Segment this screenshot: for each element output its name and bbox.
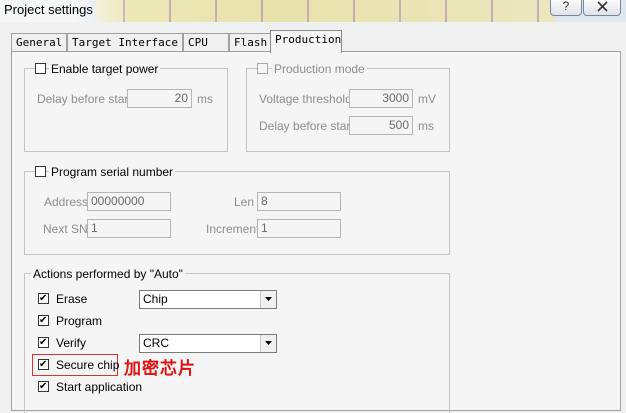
next-sn-field[interactable]: 1 (87, 219, 171, 238)
tab-cpu[interactable]: CPU (183, 33, 229, 51)
voltage-threshold-unit: mV (418, 92, 436, 106)
program-checkbox[interactable]: ✔ (38, 315, 49, 326)
verify-label: Verify (56, 336, 87, 350)
erase-label: Erase (56, 292, 88, 306)
chevron-down-icon (265, 341, 272, 345)
voltage-threshold-label: Voltage threshold (259, 92, 352, 106)
verify-mode-select[interactable]: CRC (139, 334, 277, 353)
target-delay-field[interactable]: 20 (127, 89, 192, 108)
production-delay-unit: ms (418, 119, 434, 133)
production-delay-label: Delay before start (259, 119, 354, 133)
auto-actions-label: Actions performed by "Auto" (31, 267, 185, 281)
close-button[interactable] (583, 0, 621, 16)
erase-mode-select[interactable]: Chip (139, 290, 277, 309)
serial-number-group (24, 171, 450, 255)
next-sn-label: Next SN (43, 222, 88, 236)
tab-production[interactable]: Production (270, 30, 342, 53)
program-label: Program (56, 314, 103, 328)
background-decoration (95, 0, 555, 22)
target-power-group (24, 68, 228, 152)
program-serial-checkbox[interactable] (35, 166, 46, 177)
help-button[interactable]: ? (550, 0, 582, 16)
annotation-text: 加密芯片 (124, 359, 196, 379)
help-icon: ? (562, 0, 570, 13)
voltage-threshold-field[interactable]: 3000 (349, 89, 413, 108)
production-delay-field[interactable]: 500 (349, 116, 413, 135)
address-field[interactable]: 00000000 (87, 192, 171, 211)
enable-target-power-checkbox[interactable] (35, 63, 46, 74)
title-bar: Project settings ? (0, 0, 626, 22)
increment-label: Increment (206, 222, 260, 236)
len-label: Len (234, 195, 255, 209)
production-mode-checkbox[interactable] (257, 63, 268, 74)
production-mode-group (246, 68, 450, 152)
start-application-label: Start application (56, 380, 143, 394)
secure-chip-checkbox[interactable]: ✔ (38, 359, 49, 370)
close-icon (596, 1, 608, 12)
verify-checkbox[interactable]: ✔ (38, 337, 49, 348)
erase-checkbox[interactable]: ✔ (38, 293, 49, 304)
target-delay-label: Delay before start (37, 92, 132, 106)
enable-target-power-label: Enable target power (49, 62, 161, 76)
program-serial-label: Program serial number (49, 165, 176, 179)
window-title: Project settings (4, 2, 93, 17)
target-delay-unit: ms (197, 92, 213, 106)
address-label: Address (44, 195, 89, 209)
tab-target-interface[interactable]: Target Interface (67, 33, 183, 51)
len-field[interactable]: 8 (257, 192, 341, 211)
secure-chip-label: Secure chip (56, 358, 120, 372)
chevron-down-icon (265, 297, 272, 301)
start-application-checkbox[interactable]: ✔ (38, 381, 49, 392)
increment-field[interactable]: 1 (257, 219, 341, 238)
tab-general[interactable]: General (11, 33, 67, 51)
production-mode-label: Production mode (272, 62, 367, 76)
